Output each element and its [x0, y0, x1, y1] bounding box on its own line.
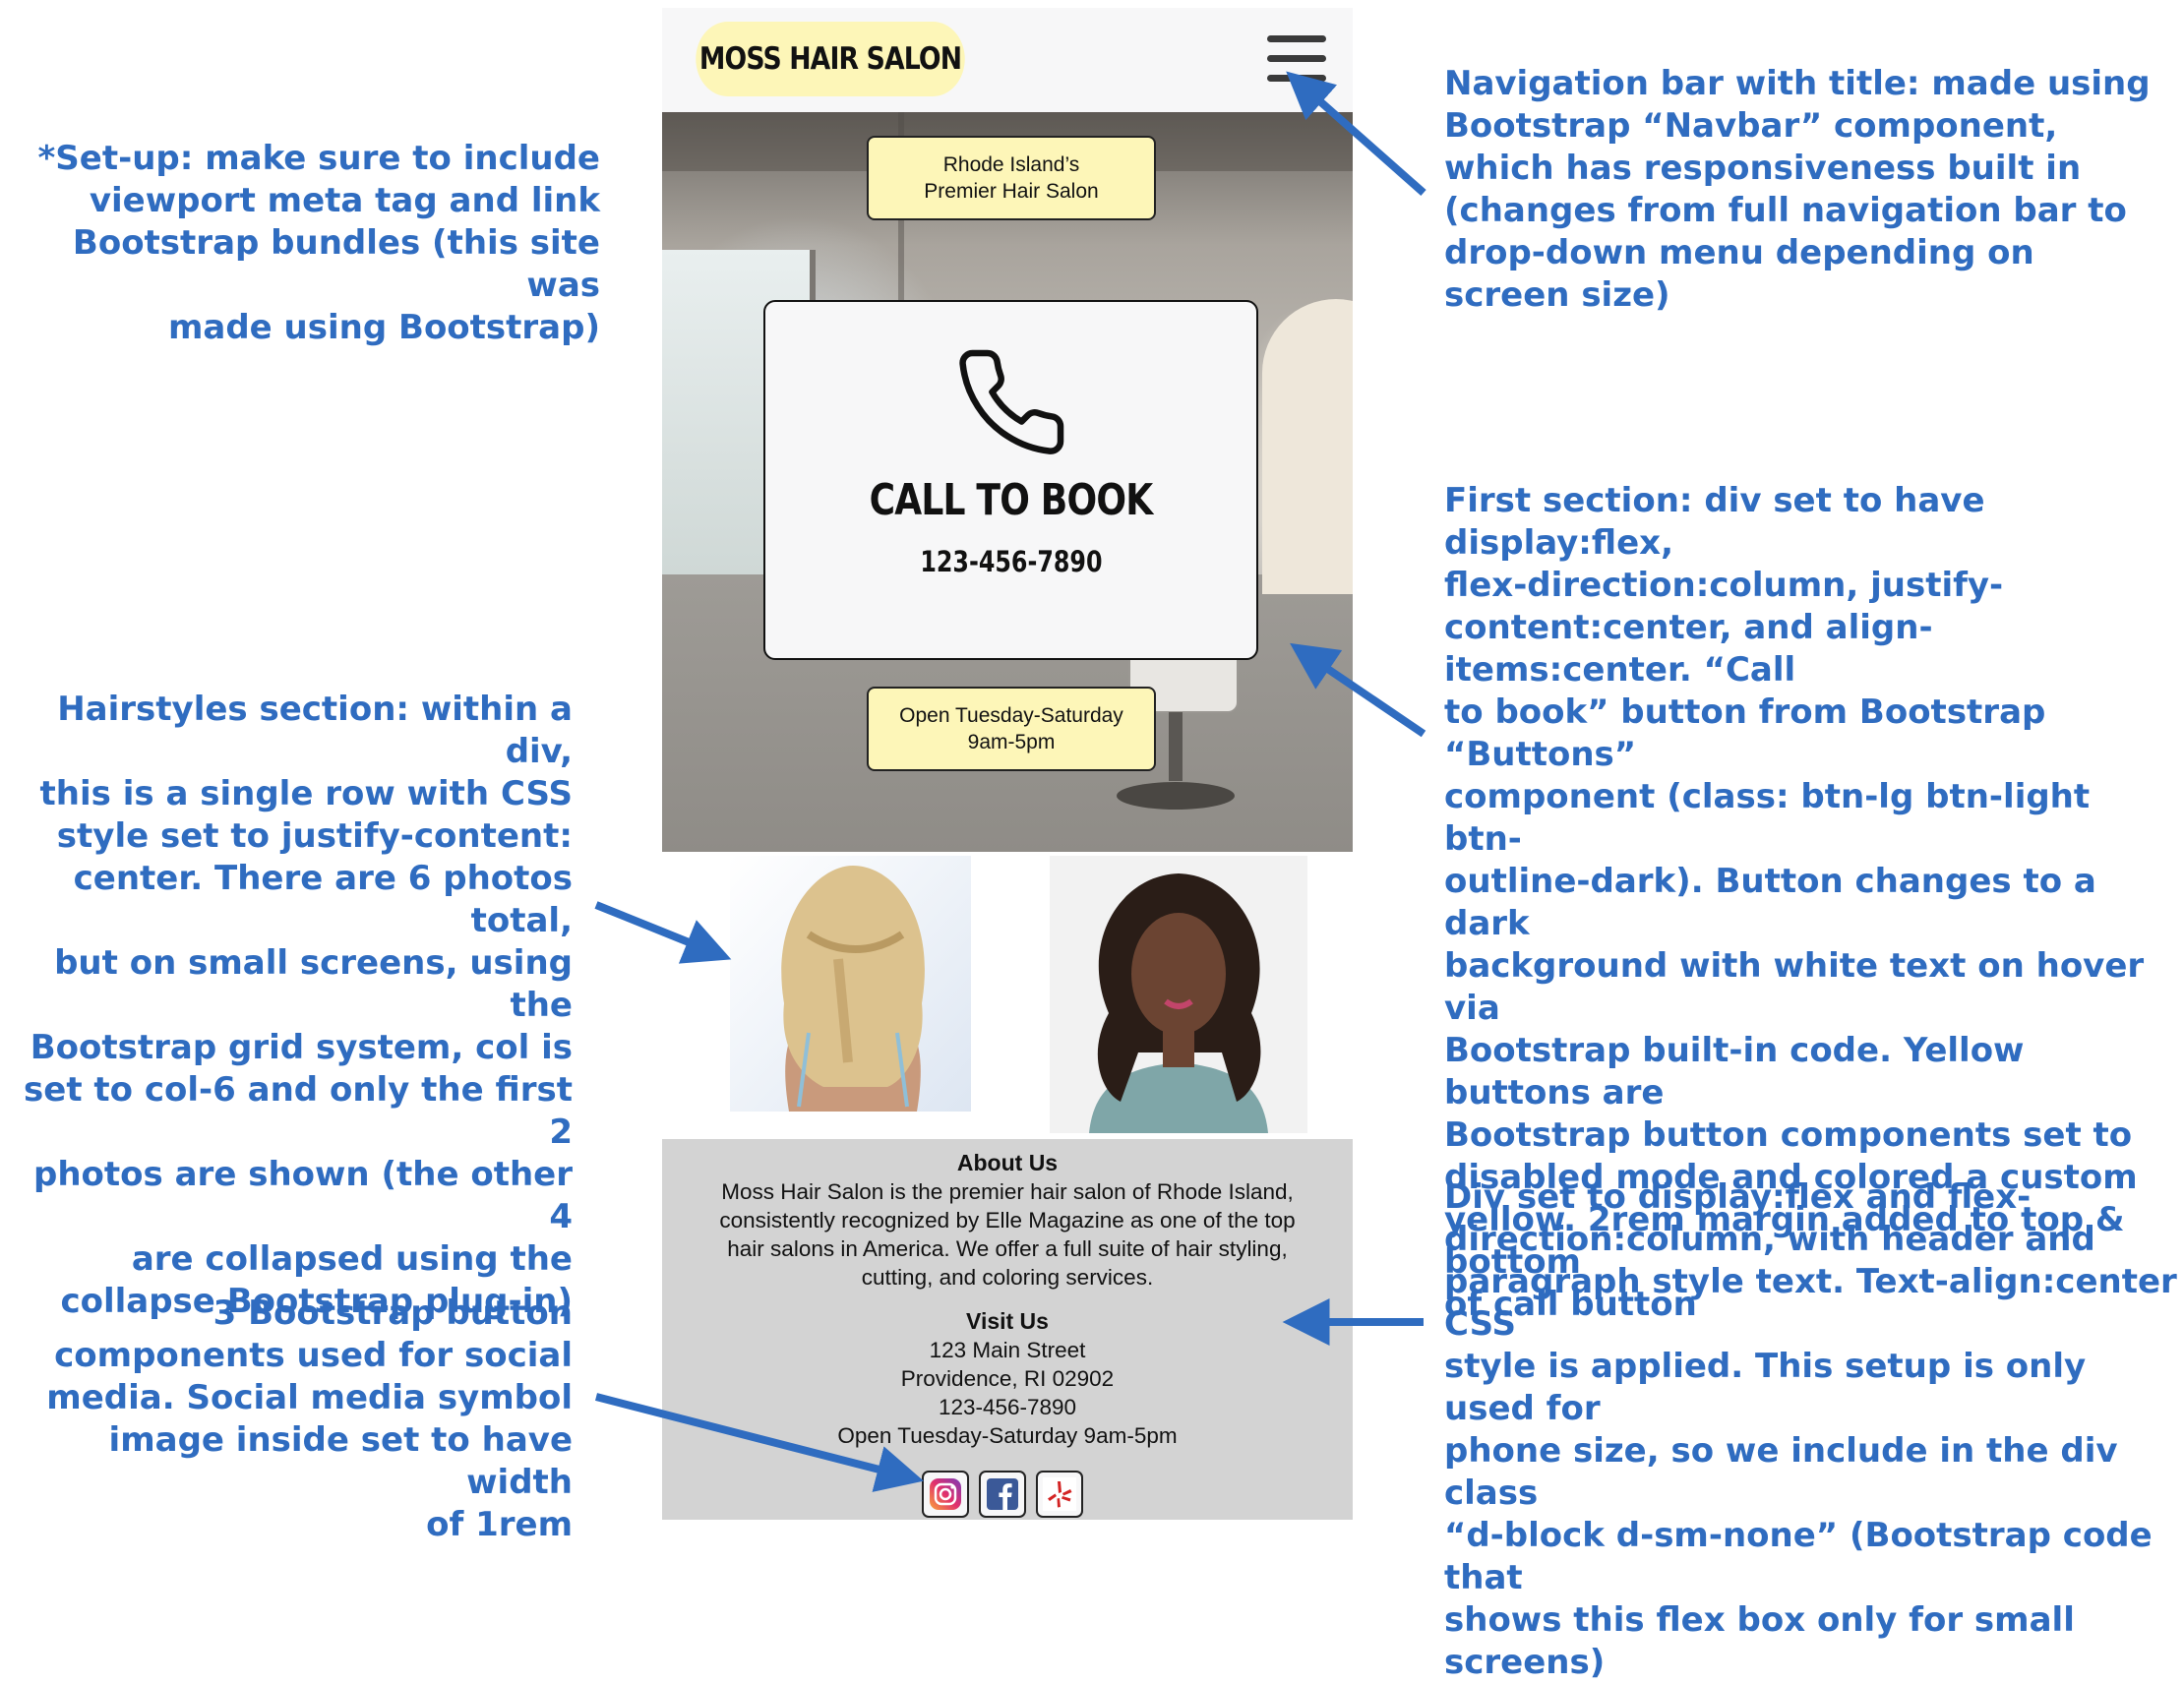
facebook-button[interactable] — [979, 1471, 1026, 1518]
instagram-icon — [930, 1478, 961, 1510]
annotation-navbar-line: Bootstrap “Navbar” component, — [1444, 106, 2058, 146]
annotation-hairstyles-line: style set to justify-content: — [56, 816, 573, 856]
annotation-navbar-line: screen size) — [1444, 275, 1670, 315]
annotation-navbar-line: which has responsiveness built in — [1444, 149, 2082, 188]
visit-address: 123 Main Street — [929, 1338, 1086, 1362]
annotation-setup-line: viewport meta tag and link — [89, 181, 600, 220]
annotation-div-flex-line: direction:column, with header and — [1444, 1220, 2095, 1259]
annotation-hairstyles-line: center. There are 6 photos total, — [73, 859, 573, 940]
annotation-navbar: Navigation bar with title: made using Boo… — [1444, 63, 2172, 317]
annotation-hairstyles-line: set to col-6 and only the first 2 — [24, 1070, 573, 1152]
annotation-first-section-line: component (class: btn-lg btn-light btn- — [1444, 777, 2091, 859]
navbar: MOSS HAIR SALON — [662, 8, 1353, 112]
phone-icon — [958, 349, 1063, 454]
annotation-social: 3 Bootstrap button components used for so… — [20, 1293, 573, 1546]
annotation-setup: *Set-up: make sure to include viewport me… — [20, 138, 600, 349]
about-text-line-4: cutting, and coloring services. — [861, 1265, 1154, 1290]
annotation-social-line: media. Social media symbol — [46, 1378, 573, 1417]
navbar-toggler-hamburger-icon[interactable] — [1264, 33, 1329, 85]
annotation-first-section-line: to book” button from Bootstrap “Buttons” — [1444, 692, 2046, 774]
annotation-hairstyles-line: Bootstrap grid system, col is — [30, 1028, 573, 1067]
annotation-div-flex-line: shows this flex box only for small scree… — [1444, 1600, 2075, 1682]
annotation-first-section-line: Bootstrap button components set to — [1444, 1115, 2133, 1155]
about-section: About Us Moss Hair Salon is the premier … — [662, 1139, 1353, 1520]
visit-phone: 123-456-7890 — [938, 1395, 1077, 1419]
annotation-div-flex-line: style is applied. This setup is only use… — [1444, 1347, 2087, 1428]
annotation-navbar-line: (changes from full navigation bar to — [1444, 191, 2127, 230]
annotation-div-flex-line: Div set to display:flex and flex- — [1444, 1177, 2032, 1217]
phone-mockup: MOSS HAIR SALON Rhode Island’s Premier H… — [662, 8, 1353, 1520]
annotation-setup-line: made using Bootstrap) — [167, 308, 600, 347]
annotation-navbar-line: Navigation bar with title: made using — [1444, 64, 2151, 103]
visit-city: Providence, RI 02902 — [900, 1366, 1115, 1391]
hero-mirror — [1262, 299, 1353, 594]
annotation-navbar-line: drop-down menu depending on — [1444, 233, 2034, 272]
visit-hours: Open Tuesday-Saturday 9am-5pm — [837, 1423, 1178, 1448]
annotation-social-line: components used for social — [54, 1336, 573, 1375]
call-phone-number: 123-456-7890 — [919, 545, 1103, 578]
annotation-hairstyles-line: photos are shown (the other 4 — [33, 1155, 573, 1236]
hairstyles-section — [662, 856, 1353, 1133]
annotation-first-section-line: outline-dark). Button changes to a dark — [1444, 862, 2096, 943]
annotation-hairstyles-line: but on small screens, using the — [54, 943, 573, 1025]
annotation-hairstyles-line: this is a single row with CSS — [39, 774, 573, 813]
call-to-book-button[interactable]: CALL TO BOOK 123-456-7890 — [763, 300, 1258, 660]
about-text-line-1: Moss Hair Salon is the premier hair salo… — [721, 1179, 1294, 1204]
navbar-brand[interactable]: MOSS HAIR SALON — [696, 22, 965, 96]
instagram-button[interactable] — [922, 1471, 969, 1518]
about-text-line-2: consistently recognized by Elle Magazine… — [719, 1208, 1296, 1233]
annotation-first-section-line: First section: div set to have display:f… — [1444, 481, 1985, 563]
annotation-hairstyles-line: Hairstyles section: within a div, — [57, 690, 573, 771]
annotation-setup-line: *Set-up: make sure to include — [37, 139, 600, 178]
hours-button: Open Tuesday-Saturday 9am-5pm — [867, 687, 1156, 771]
annotation-div-flex-line: phone size, so we include in the div cla… — [1444, 1431, 2118, 1513]
annotation-div-flex: Div set to display:flex and flex-directi… — [1444, 1176, 2177, 1684]
facebook-icon — [987, 1478, 1018, 1510]
annotation-social-line: 3 Bootstrap button — [212, 1293, 573, 1333]
visit-heading: Visit Us — [966, 1308, 1049, 1334]
yelp-button[interactable] — [1036, 1471, 1083, 1518]
annotation-first-section-line: Bootstrap built-in code. Yellow buttons … — [1444, 1031, 2025, 1113]
about-heading: About Us — [956, 1150, 1059, 1175]
annotation-first-section-line: content:center, and align-items:center. … — [1444, 608, 1933, 690]
annotation-social-line: image inside set to have width — [108, 1420, 573, 1502]
hairstyle-photo-braid — [730, 856, 971, 1112]
tagline-button: Rhode Island’s Premier Hair Salon — [867, 136, 1156, 220]
about-text-line-3: hair salons in America. We offer a full … — [727, 1236, 1288, 1261]
annotation-social-line: of 1rem — [426, 1505, 573, 1544]
yelp-icon — [1043, 1477, 1076, 1511]
annotation-div-flex-line: “d-block d-sm-none” (Bootstrap code that — [1444, 1516, 2153, 1597]
call-to-book-label: CALL TO BOOK — [869, 475, 1154, 525]
annotation-first-section-line: flex-direction:column, justify- — [1444, 566, 2004, 605]
annotation-hairstyles: Hairstyles section: within a div, this is… — [20, 689, 573, 1323]
annotation-div-flex-line: paragraph style text. Text-align:center … — [1444, 1262, 2177, 1344]
hairstyle-photo-waves — [1050, 856, 1307, 1133]
annotation-hairstyles-line: are collapsed using the — [131, 1239, 573, 1279]
hero-section: Rhode Island’s Premier Hair Salon CALL T… — [662, 112, 1353, 852]
annotation-setup-line: Bootstrap bundles (this site was — [72, 223, 600, 305]
annotation-first-section-line: background with white text on hover via — [1444, 946, 2145, 1028]
